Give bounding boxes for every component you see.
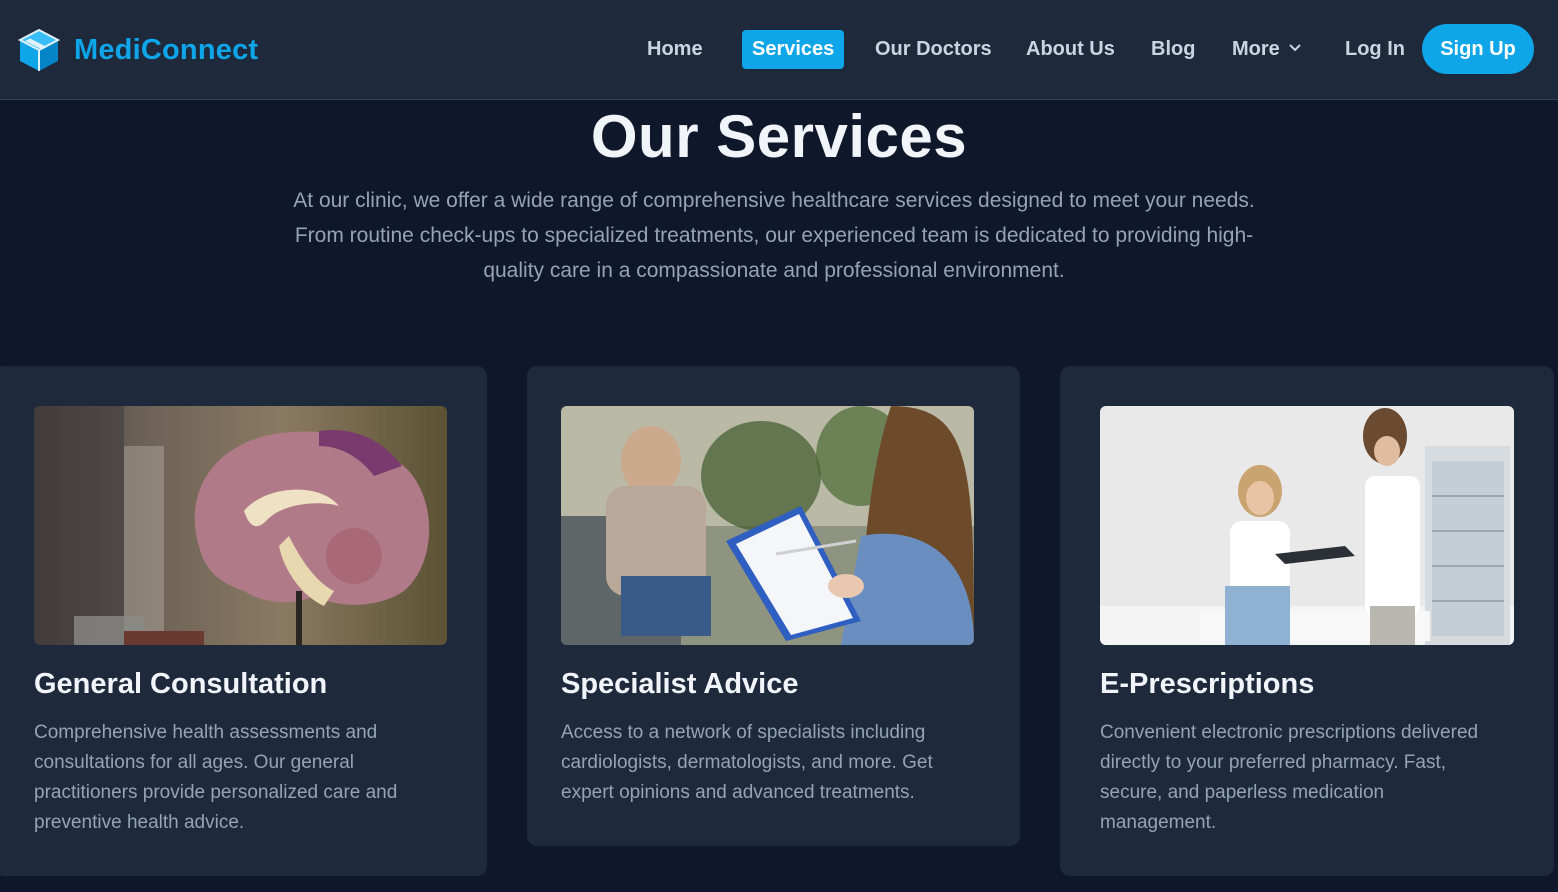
nav-blog[interactable]: Blog bbox=[1151, 30, 1195, 69]
login-link[interactable]: Log In bbox=[1345, 30, 1405, 69]
signup-button[interactable]: Sign Up bbox=[1422, 24, 1534, 74]
nav-more-dropdown[interactable]: More bbox=[1232, 30, 1302, 69]
chevron-down-icon bbox=[1289, 44, 1301, 52]
service-card-e-prescriptions: E-Prescriptions Convenient electronic pr… bbox=[1060, 366, 1554, 876]
service-card-specialist-advice: Specialist Advice Access to a network of… bbox=[527, 366, 1020, 846]
cube-logo-icon bbox=[17, 28, 61, 71]
service-title: General Consultation bbox=[34, 668, 328, 700]
service-title: E-Prescriptions bbox=[1100, 668, 1315, 700]
service-description: Convenient electronic prescriptions deli… bbox=[1100, 722, 1479, 833]
service-image-pharmacy-visit bbox=[1100, 406, 1514, 645]
nav-our-doctors[interactable]: Our Doctors bbox=[875, 30, 992, 69]
nav-home[interactable]: Home bbox=[647, 30, 703, 69]
brand-name: MediConnect bbox=[74, 33, 259, 66]
service-title: Specialist Advice bbox=[561, 668, 799, 700]
service-description: Comprehensive health assessments and con… bbox=[34, 722, 398, 833]
service-card-general-consultation: General Consultation Comprehensive healt… bbox=[0, 366, 487, 876]
service-image-brain-model bbox=[34, 406, 447, 645]
nav-more-label: More bbox=[1232, 38, 1280, 60]
service-image-therapy-session bbox=[561, 406, 974, 645]
nav-services[interactable]: Services bbox=[742, 30, 845, 69]
brand-logo[interactable]: MediConnect bbox=[16, 26, 258, 74]
nav-about-us[interactable]: About Us bbox=[1026, 30, 1115, 69]
top-navbar: MediConnect Home Services Our Doctors Ab… bbox=[0, 0, 1558, 100]
service-description: Access to a network of specialists inclu… bbox=[561, 722, 933, 803]
page-intro: At our clinic, we offer a wide range of … bbox=[293, 189, 1255, 282]
page-title: Our Services bbox=[590, 103, 968, 170]
